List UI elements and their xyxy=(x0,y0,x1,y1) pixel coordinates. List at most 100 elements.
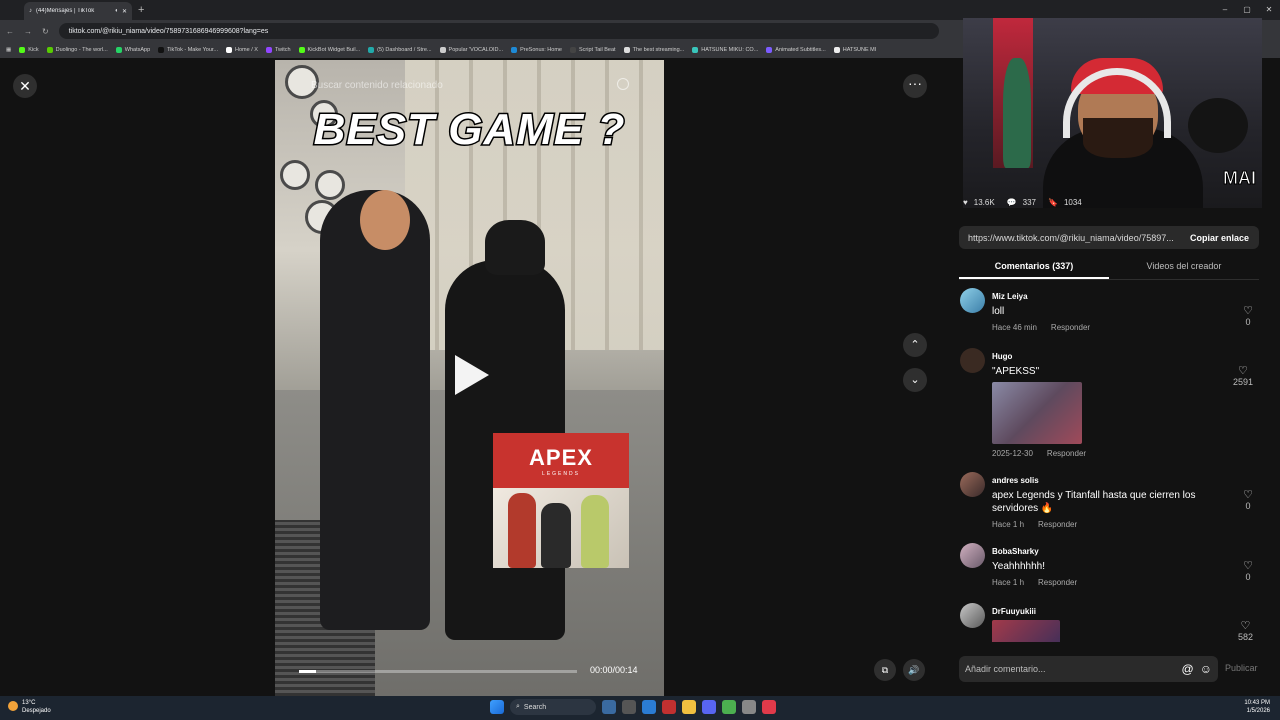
app-icon[interactable] xyxy=(662,700,676,714)
avatar[interactable] xyxy=(960,603,985,628)
copy-link-button[interactable]: Copiar enlace xyxy=(1180,233,1259,243)
browser-tab[interactable]: ♪ (44)Mensajes | TikTok ◖ ✕ xyxy=(24,2,132,20)
reply-button[interactable]: Responder xyxy=(1051,323,1090,332)
previous-video-button[interactable]: ⌃ xyxy=(903,333,927,357)
person-left-head xyxy=(360,190,410,250)
comment-image[interactable] xyxy=(992,620,1060,642)
windows-start-icon[interactable] xyxy=(490,700,504,714)
volume-icon[interactable]: 🔊 xyxy=(903,659,925,681)
reply-button[interactable]: Responder xyxy=(1038,520,1077,529)
discord-icon[interactable] xyxy=(702,700,716,714)
reload-icon[interactable]: ↻ xyxy=(42,27,49,36)
bookmark-item[interactable]: Twitch xyxy=(265,47,291,53)
bookmark-item[interactable]: WhatsApp xyxy=(115,47,150,53)
heart-icon[interactable]: ♡ xyxy=(1243,488,1253,501)
settings-icon[interactable] xyxy=(742,700,756,714)
app-icon[interactable] xyxy=(602,700,616,714)
bookmark-item[interactable]: Animated Subtitles... xyxy=(766,47,826,53)
bookmark-item[interactable]: The best streaming... xyxy=(623,47,684,53)
tab-creator-videos[interactable]: Videos del creador xyxy=(1109,256,1259,279)
bookmark-item[interactable]: (5) Dashboard / Stre... xyxy=(368,47,432,53)
forward-icon[interactable]: → xyxy=(24,27,32,36)
heart-icon[interactable]: ♡ xyxy=(1243,304,1253,317)
comment-stat[interactable]: 💬 337 xyxy=(1007,198,1036,207)
video-search-input[interactable]: Buscar contenido relacionado xyxy=(311,80,443,91)
comment-user[interactable]: BobaSharky xyxy=(992,539,1270,556)
avatar[interactable] xyxy=(960,348,985,373)
diamond-icon xyxy=(623,47,630,53)
bookmark-item[interactable]: Script Tail Beat xyxy=(569,47,616,53)
search-icon[interactable] xyxy=(617,78,629,90)
new-tab-button[interactable]: + xyxy=(138,4,144,16)
save-stat[interactable]: 🔖 1034 xyxy=(1048,198,1082,207)
heart-icon[interactable]: ♡ xyxy=(1238,619,1253,632)
close-icon[interactable]: ✕ xyxy=(13,74,37,98)
clock-sculpture xyxy=(280,160,310,190)
reply-button[interactable]: Responder xyxy=(1038,578,1077,587)
comment-user[interactable]: Hugo xyxy=(992,344,1270,361)
comment-user[interactable]: andres solis xyxy=(992,468,1270,485)
share-link[interactable]: https://www.tiktok.com/@rikiu_niama/vide… xyxy=(959,233,1180,243)
bookmark-item[interactable]: HATSUNE MI xyxy=(833,47,876,53)
play-icon[interactable] xyxy=(455,355,489,395)
script-icon xyxy=(569,47,576,53)
app-icon[interactable] xyxy=(642,700,656,714)
mute-icon[interactable]: ◖ xyxy=(114,8,118,14)
heart-icon[interactable]: ♡ xyxy=(1243,559,1253,572)
close-window-button[interactable]: ✕ xyxy=(1258,0,1280,20)
back-icon[interactable]: ← xyxy=(6,27,14,36)
maximize-button[interactable]: ▢ xyxy=(1236,0,1258,20)
avatar[interactable] xyxy=(960,472,985,497)
tab-comments[interactable]: Comentarios (337) xyxy=(959,256,1109,279)
bookmark-item[interactable]: TikTok - Make Your... xyxy=(158,47,218,53)
comment-image[interactable] xyxy=(992,382,1082,444)
emoji-icon[interactable]: ☺ xyxy=(1200,662,1212,676)
pip-icon[interactable]: ⧉ xyxy=(874,659,896,681)
comment-input-box: Añadir comentario... @ ☺ xyxy=(959,656,1218,682)
bookmark-item[interactable]: Popular 'VOCALOID... xyxy=(439,47,503,53)
comment-time: 2025-12-30 xyxy=(992,449,1033,458)
bookmark-item[interactable]: HATSUNE MIKU: CO... xyxy=(692,47,758,53)
video-time: 00:00/00:14 xyxy=(590,665,638,675)
comment-item: BobaSharky Yeahhhhhh! Hace 1 h Responder … xyxy=(940,539,1270,589)
taskbar: 13°C Despejado ⌕ Search 10:43 PM 1/5/2026 xyxy=(0,696,1280,720)
bookmark-item[interactable]: Duolingo - The worl... xyxy=(46,47,108,53)
chrome-icon[interactable] xyxy=(722,700,736,714)
x-icon xyxy=(226,47,233,53)
close-tab-icon[interactable]: ✕ xyxy=(122,8,127,15)
bookmark-item[interactable]: Home / X xyxy=(226,47,258,53)
comment-input[interactable]: Añadir comentario... xyxy=(965,664,1182,674)
person-right-hat xyxy=(485,220,545,275)
bookmark-item[interactable]: Kick xyxy=(19,47,39,53)
bookmark-item[interactable]: KickBot Widget Buil... xyxy=(298,47,360,53)
avatar[interactable] xyxy=(960,543,985,568)
comment-user[interactable]: DrFuuyukiii xyxy=(992,599,1270,616)
subtitles-icon xyxy=(766,47,773,53)
video-progress-bar[interactable] xyxy=(299,670,577,673)
reply-button[interactable]: Responder xyxy=(1047,449,1086,458)
next-video-button[interactable]: ⌄ xyxy=(903,368,927,392)
like-stat[interactable]: ♥ 13.6K xyxy=(963,198,995,207)
comment-like-count: 0 xyxy=(1245,317,1251,327)
weather-temp: 13°C xyxy=(22,700,36,706)
comment-user[interactable]: Miz Leiya xyxy=(992,284,1270,301)
taskbar-clock[interactable]: 10:43 PM 1/5/2026 xyxy=(1244,699,1270,715)
url-input[interactable]: tiktok.com/@rikiu_niama/video/7589731686… xyxy=(58,23,939,39)
taskbar-search[interactable]: ⌕ Search xyxy=(510,699,596,715)
app-icon[interactable] xyxy=(622,700,636,714)
minimize-button[interactable]: – xyxy=(1214,0,1236,20)
apex-character xyxy=(508,493,536,568)
video-player[interactable]: Buscar contenido relacionado BEST GAME ?… xyxy=(275,60,664,696)
weather-widget[interactable]: 13°C Despejado xyxy=(8,699,51,715)
heart-icon[interactable]: ♡ xyxy=(1233,364,1253,377)
music-icon[interactable] xyxy=(762,700,776,714)
apps-icon[interactable]: ▦ xyxy=(6,47,11,53)
folder-icon[interactable] xyxy=(682,700,696,714)
avatar[interactable] xyxy=(960,288,985,313)
bookmark-item[interactable]: PreSonus: Home xyxy=(511,47,562,53)
publish-button[interactable]: Publicar xyxy=(1225,663,1258,673)
mention-icon[interactable]: @ xyxy=(1182,662,1194,676)
video-overlay-title: BEST GAME ? xyxy=(312,104,626,156)
more-options-icon[interactable]: ··· xyxy=(903,74,927,98)
apex-logo-text: APEX xyxy=(529,444,593,470)
